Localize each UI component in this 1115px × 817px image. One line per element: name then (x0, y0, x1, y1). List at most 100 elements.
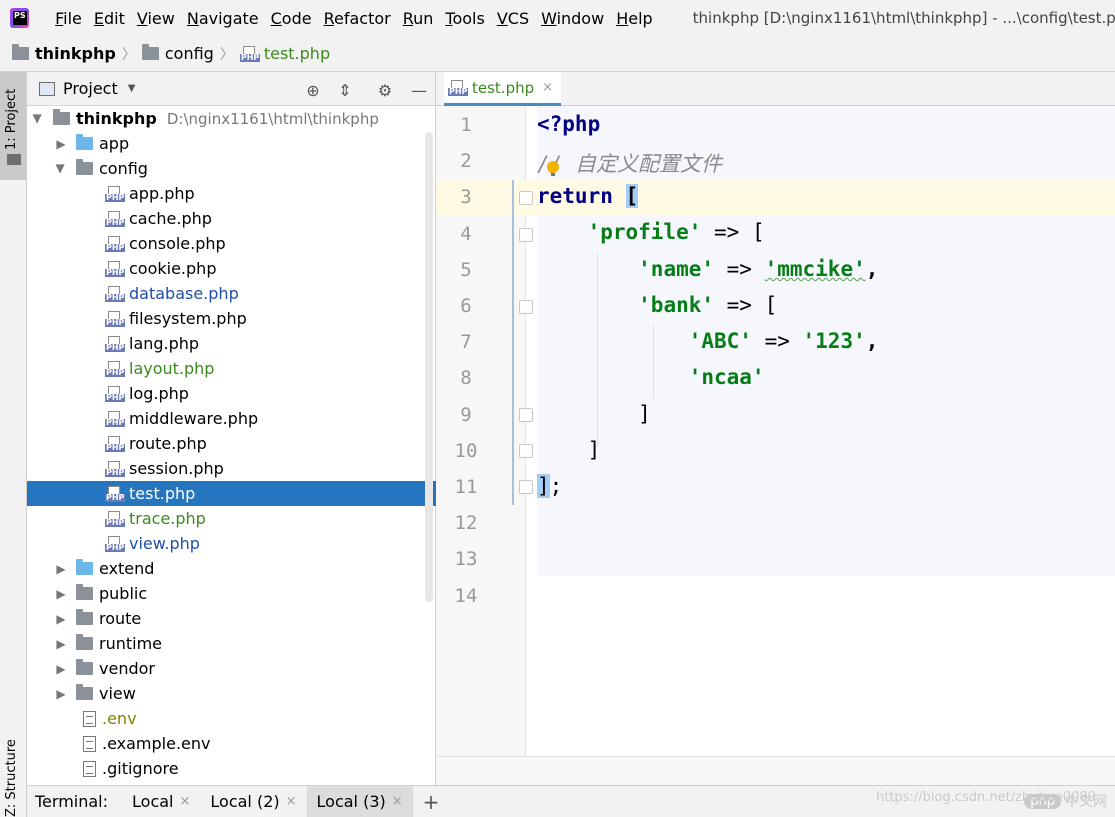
code-line-8: 'ncaa' (688, 365, 765, 389)
php-file-icon: PHP (105, 210, 126, 227)
tree-file[interactable]: PHP view.php (27, 531, 436, 556)
tree-folder-config[interactable]: ▶ config (27, 156, 436, 181)
new-terminal-icon[interactable]: + (423, 790, 440, 814)
collapse-all-icon[interactable]: ⇕ (335, 80, 355, 100)
project-tool-tab[interactable]: 1: Project (0, 72, 26, 180)
locate-icon[interactable]: ⊕ (303, 80, 323, 100)
php-file-icon: PHP (105, 460, 126, 477)
tree-file[interactable]: PHP test.php (27, 481, 436, 506)
tree-file[interactable]: PHP cache.php (27, 206, 436, 231)
breadcrumb-root[interactable]: thinkphp (12, 44, 116, 63)
chevron-right-icon[interactable]: ▶ (54, 137, 68, 151)
chevron-right-icon[interactable]: ▶ (54, 612, 68, 626)
terminal-tab-local[interactable]: Local × (122, 786, 200, 817)
close-icon[interactable]: × (179, 794, 190, 809)
watermark-url: https://blog.csdn.net/zhuhua0089 (876, 790, 1096, 805)
menu-code[interactable]: Code (265, 9, 318, 28)
tree-folder[interactable]: ▶ route (27, 606, 436, 631)
editor-horizontal-scrollbar[interactable] (436, 756, 1115, 785)
menu-help[interactable]: Help (610, 9, 658, 28)
tree-file[interactable]: PHP database.php (27, 281, 436, 306)
breadcrumb-config[interactable]: config (141, 44, 214, 63)
folder-icon (76, 134, 93, 150)
tree-file[interactable]: PHP log.php (27, 381, 436, 406)
close-icon[interactable]: × (286, 794, 297, 809)
fold-marker[interactable] (519, 191, 533, 205)
fold-marker[interactable] (519, 408, 533, 422)
terminal-tab-local-2[interactable]: Local (2) × (200, 786, 306, 817)
close-icon[interactable]: × (542, 80, 553, 95)
line-number: 5 (460, 258, 472, 281)
tree-file[interactable]: PHP session.php (27, 456, 436, 481)
tree-file[interactable]: PHP layout.php (27, 356, 436, 381)
tree-file[interactable]: PHP app.php (27, 181, 436, 206)
terminal-tab-local-3[interactable]: Local (3) × (306, 785, 413, 817)
menu-vcs[interactable]: VCS (491, 9, 535, 28)
folder-icon (76, 634, 93, 650)
tree-root-thinkphp[interactable]: ▶ thinkphp D:\nginx1161\html\thinkphp (27, 106, 436, 131)
chevron-right-icon[interactable]: ▶ (54, 562, 68, 576)
menu-edit[interactable]: Edit (88, 9, 131, 28)
folder-icon (53, 109, 70, 125)
chevron-right-icon[interactable]: ▶ (54, 587, 68, 601)
fold-marker[interactable] (519, 300, 533, 314)
text-file-icon (83, 735, 96, 752)
php-file-icon: PHP (105, 360, 126, 377)
menu-refactor[interactable]: Refactor (318, 9, 397, 28)
fold-marker[interactable] (519, 480, 533, 494)
fold-marker[interactable] (519, 444, 533, 458)
chevron-right-icon[interactable]: ▶ (54, 662, 68, 676)
tree-folder[interactable]: ▶ public (27, 581, 436, 606)
project-scrollbar[interactable] (425, 132, 433, 602)
php-file-icon: PHP (105, 185, 126, 202)
tree-file[interactable]: PHP route.php (27, 431, 436, 456)
chevron-down-icon[interactable]: ▼ (128, 83, 136, 94)
project-panel-header: Project ▼ ⊕ ⇕ ⚙ — (27, 72, 435, 106)
structure-tool-tab[interactable]: Z: Structure (0, 732, 26, 817)
tree-folder-app[interactable]: ▶ app (27, 131, 436, 156)
menu-view[interactable]: View (131, 9, 181, 28)
php-file-icon: PHP (239, 45, 261, 62)
fold-marker[interactable] (519, 228, 533, 242)
menu-tools[interactable]: Tools (439, 9, 490, 28)
text-file-icon (83, 710, 96, 727)
close-icon[interactable]: × (392, 794, 403, 809)
tree-file[interactable]: PHP middleware.php (27, 406, 436, 431)
gear-icon[interactable]: ⚙ (375, 80, 395, 100)
tree-folder[interactable]: ▶ extend (27, 556, 436, 581)
hide-panel-icon[interactable]: — (409, 80, 429, 100)
menu-file[interactable]: File (49, 9, 88, 28)
menu-window[interactable]: Window (535, 9, 610, 28)
tree-folder[interactable]: ▶ vendor (27, 656, 436, 681)
tree-file[interactable]: .gitignore (27, 756, 436, 781)
tree-file[interactable]: PHP lang.php (27, 331, 436, 356)
lightbulb-icon[interactable] (547, 161, 559, 176)
tree-file[interactable]: .example.env (27, 731, 436, 756)
menu-navigate[interactable]: Navigate (181, 9, 265, 28)
chevron-right-icon[interactable]: ▶ (54, 687, 68, 701)
left-tool-strip: 1: Project Z: Structure (0, 72, 27, 817)
tree-file[interactable]: PHP filesystem.php (27, 306, 436, 331)
breadcrumb-file[interactable]: PHP test.php (239, 44, 330, 63)
tree-file[interactable]: PHP cookie.php (27, 256, 436, 281)
code-line-11: ]; (537, 474, 563, 498)
tree-folder[interactable]: ▶ runtime (27, 631, 436, 656)
project-view-icon (39, 81, 55, 96)
chevron-right-icon[interactable]: ▶ (54, 162, 68, 176)
tree-folder[interactable]: ▶ view (27, 681, 436, 706)
code-line-2: // 自定义配置文件 (537, 152, 722, 176)
project-view-selector[interactable]: Project (63, 79, 118, 98)
chevron-right-icon[interactable]: ▶ (54, 637, 68, 651)
folder-icon (76, 159, 93, 175)
php-file-icon: PHP (105, 535, 126, 552)
chevron-right-icon[interactable]: ▶ (31, 112, 45, 126)
line-number: 3 (460, 186, 472, 209)
editor-tab-test-php[interactable]: PHP test.php × (444, 72, 562, 106)
line-number: 6 (460, 295, 472, 317)
line-number: 4 (460, 222, 472, 245)
tree-file[interactable]: PHP console.php (27, 231, 436, 256)
tree-file[interactable]: PHP trace.php (27, 506, 436, 531)
menu-run[interactable]: Run (397, 9, 440, 28)
folder-icon (76, 584, 93, 600)
tree-file[interactable]: .env (27, 706, 436, 731)
